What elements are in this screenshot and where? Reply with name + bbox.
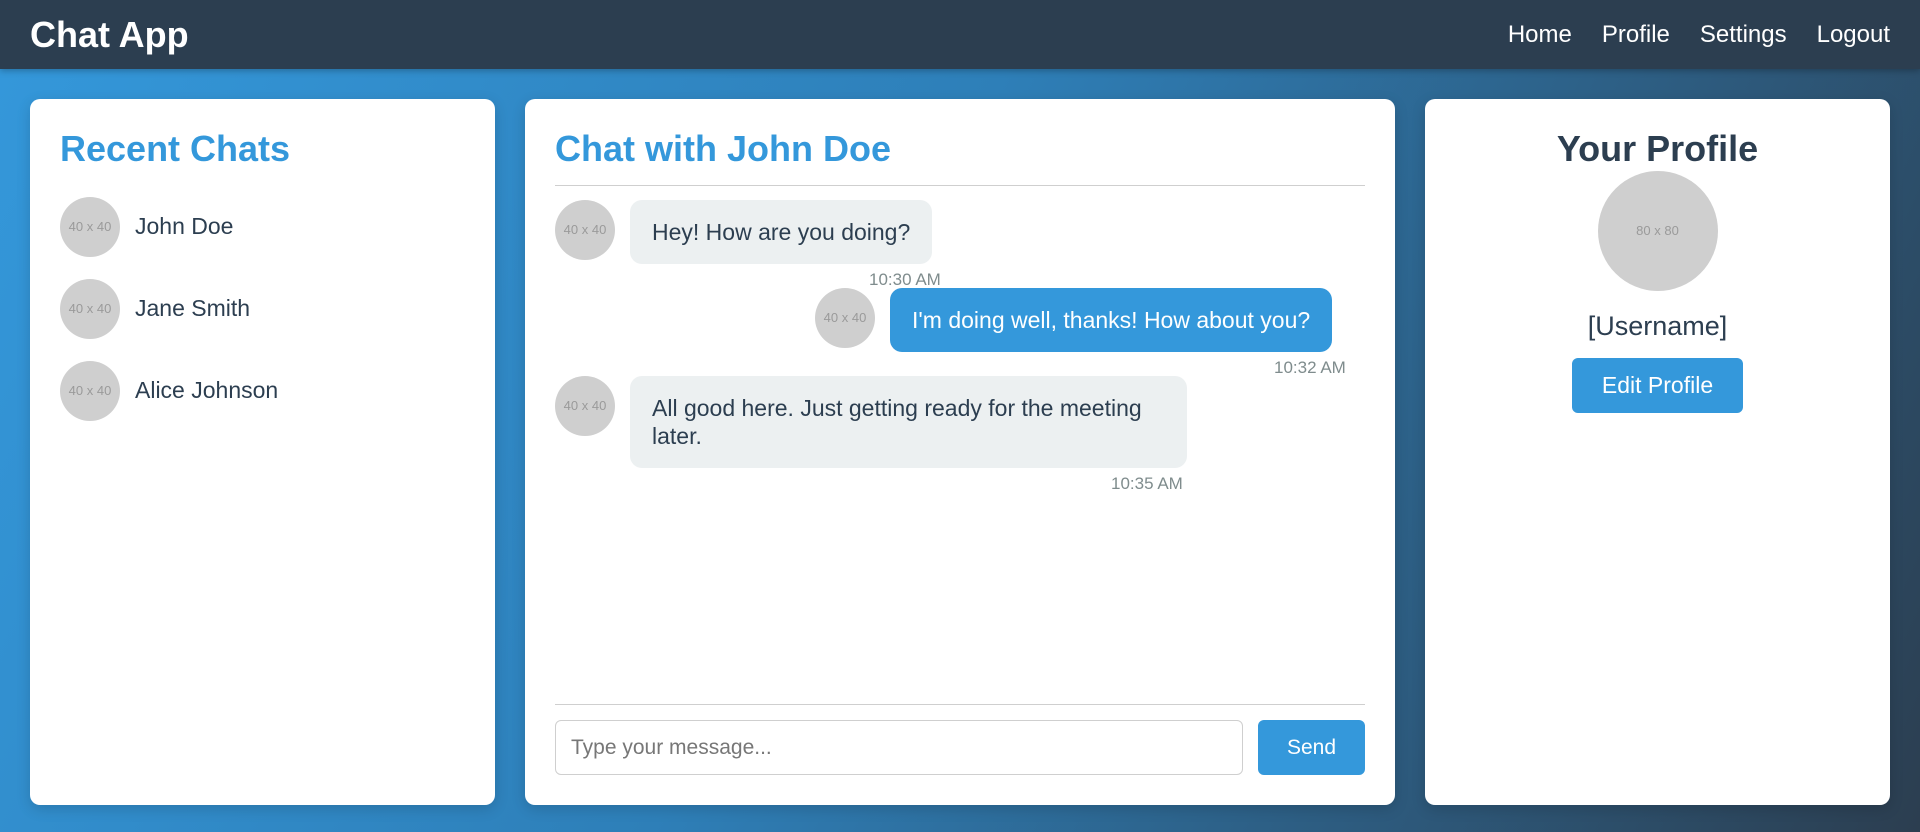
chat-item-name: Jane Smith — [135, 295, 251, 322]
chat-item-alice-johnson[interactable]: 40 x 40 Alice Johnson — [60, 360, 465, 421]
message-timestamp: 10:32 AM — [1274, 357, 1346, 377]
nav-link-settings[interactable]: Settings — [1700, 21, 1787, 49]
edit-profile-button[interactable]: Edit Profile — [1571, 357, 1744, 413]
message-received: 40 x 40 All good here. Just getting read… — [555, 375, 1187, 468]
chat-panel: Chat with John Doe 40 x 40 Hey! How are … — [525, 99, 1395, 805]
recent-chats-title: Recent Chats — [60, 128, 291, 169]
avatar: 40 x 40 — [815, 287, 875, 348]
chat-title: Chat with John Doe — [555, 128, 891, 169]
recent-chats-list: 40 x 40 John Doe 40 x 40 Jane Smith 40 x… — [60, 196, 465, 421]
chat-header: Chat with John Doe — [555, 129, 1365, 186]
chat-item-name: John Doe — [135, 213, 234, 240]
profile-title: Your Profile — [1556, 128, 1759, 169]
avatar: 40 x 40 — [555, 199, 615, 260]
avatar: 40 x 40 — [555, 375, 615, 436]
nav-link-logout[interactable]: Logout — [1817, 21, 1890, 49]
send-button[interactable]: Send — [1258, 720, 1365, 775]
message-received: 40 x 40 Hey! How are you doing? — [555, 199, 933, 264]
avatar: 40 x 40 — [60, 196, 120, 257]
nav-link-profile[interactable]: Profile — [1602, 21, 1670, 49]
navbar: Chat App Home Profile Settings Logout — [0, 0, 1920, 69]
chat-item-john-doe[interactable]: 40 x 40 John Doe — [60, 196, 465, 257]
recent-chats-panel: Recent Chats 40 x 40 John Doe 40 x 40 Ja… — [30, 99, 495, 805]
message-bubble: All good here. Just getting ready for th… — [630, 375, 1187, 468]
profile-panel: Your Profile 80 x 80 [Username] Edit Pro… — [1425, 99, 1890, 805]
message-list: 40 x 40 Hey! How are you doing? 10:30 AM… — [555, 186, 1365, 706]
message-input[interactable] — [555, 720, 1243, 775]
profile-avatar: 80 x 80 — [1597, 170, 1718, 291]
message-bubble: Hey! How are you doing? — [630, 199, 933, 264]
message-timestamp: 10:35 AM — [1111, 473, 1183, 493]
app-brand[interactable]: Chat App — [30, 14, 189, 56]
message-sent: 40 x 40 I'm doing well, thanks! How abou… — [815, 287, 1333, 352]
nav-links: Home Profile Settings Logout — [1508, 21, 1890, 49]
message-bubble: I'm doing well, thanks! How about you? — [890, 287, 1333, 352]
nav-link-home[interactable]: Home — [1508, 21, 1572, 49]
avatar: 40 x 40 — [60, 278, 120, 339]
profile-username: [Username] — [1587, 310, 1728, 341]
avatar: 40 x 40 — [60, 360, 120, 421]
message-timestamp: 10:30 AM — [869, 269, 941, 289]
chat-item-jane-smith[interactable]: 40 x 40 Jane Smith — [60, 278, 465, 339]
chat-item-name: Alice Johnson — [135, 377, 279, 404]
message-composer: Send — [555, 704, 1365, 775]
